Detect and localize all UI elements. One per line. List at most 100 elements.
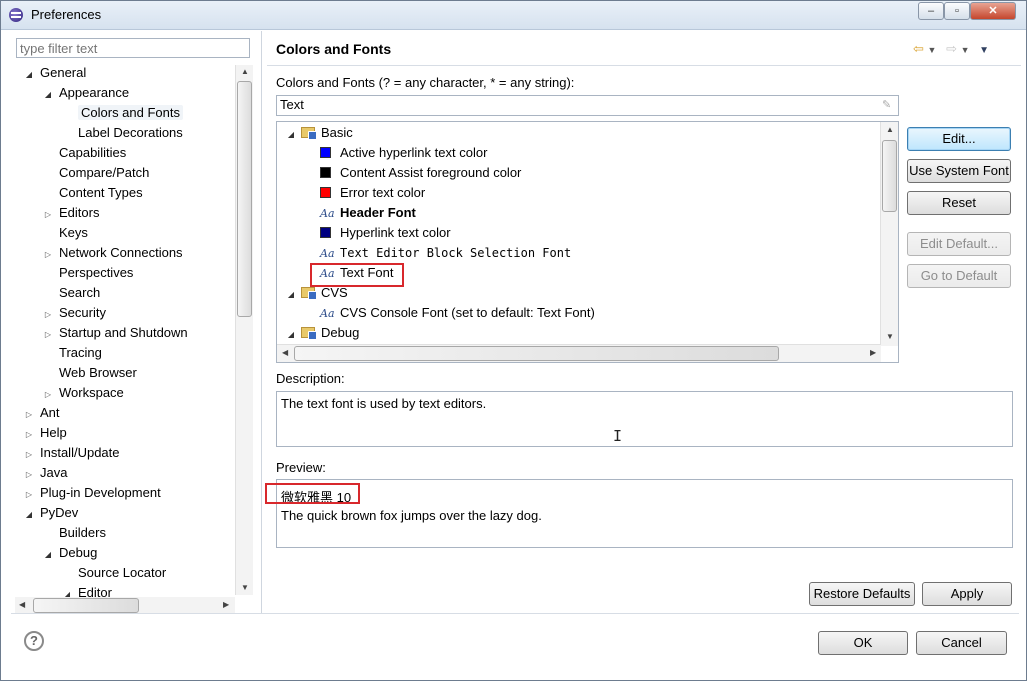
tree-item[interactable]: ▷ Editors: [42, 203, 100, 225]
tree-item[interactable]: Source Locator: [61, 563, 166, 583]
expanded-twisty-icon[interactable]: ◢: [23, 505, 35, 525]
back-arrow-icon[interactable]: ⇦: [913, 41, 924, 56]
colors-vertical-scrollbar[interactable]: ▲ ▼: [880, 122, 898, 346]
help-icon[interactable]: ?: [24, 631, 44, 651]
scrollbar-thumb[interactable]: [294, 346, 779, 361]
expanded-twisty-icon[interactable]: ◢: [285, 285, 297, 305]
scrollbar-thumb[interactable]: [882, 140, 897, 212]
tree-item[interactable]: ▷ Startup and Shutdown: [42, 323, 188, 343]
collapsed-twisty-icon[interactable]: ▷: [42, 305, 54, 325]
preview-sample-text: The quick brown fox jumps over the lazy …: [281, 508, 542, 523]
use-system-font-button[interactable]: Use System Font: [907, 159, 1011, 183]
collapsed-twisty-icon[interactable]: ▷: [23, 445, 35, 465]
tree-item[interactable]: Web Browser: [42, 363, 137, 383]
eclipse-icon: [9, 8, 23, 22]
expanded-twisty-icon[interactable]: ◢: [285, 125, 297, 145]
color-font-item[interactable]: Aa Text Editor Block Selection Font: [320, 243, 571, 263]
tree-item[interactable]: ▷ Network Connections: [42, 243, 183, 263]
scroll-right-arrow-icon[interactable]: ▶: [223, 600, 229, 609]
color-font-item-label: Text Editor Block Selection Font: [340, 246, 572, 260]
expanded-twisty-icon[interactable]: ◢: [42, 85, 54, 105]
tree-item[interactable]: ◢ General: [23, 63, 86, 83]
back-menu-icon[interactable]: ▼: [928, 45, 937, 55]
collapsed-twisty-icon[interactable]: ▷: [42, 245, 54, 265]
collapsed-twisty-icon[interactable]: ▷: [23, 485, 35, 505]
collapsed-twisty-icon[interactable]: ▷: [42, 205, 54, 225]
tree-item[interactable]: Perspectives: [42, 263, 133, 283]
filter-text-input[interactable]: [16, 38, 250, 58]
restore-defaults-button[interactable]: Restore Defaults: [809, 582, 915, 606]
tree-item[interactable]: ▷ Plug-in Development: [23, 483, 161, 503]
tree-vertical-scrollbar[interactable]: ▲ ▼: [235, 65, 253, 595]
clear-filter-icon[interactable]: ✎: [882, 98, 894, 111]
close-button[interactable]: ✕: [970, 2, 1016, 20]
tree-item[interactable]: ◢ PyDev: [23, 503, 78, 523]
tree-item[interactable]: ▷ Workspace: [42, 383, 124, 403]
tree-item[interactable]: Search: [42, 283, 100, 303]
tree-item[interactable]: Compare/Patch: [42, 163, 149, 183]
tree-item-label: Startup and Shutdown: [59, 325, 188, 340]
tree-item[interactable]: Label Decorations: [61, 123, 183, 143]
tree-item[interactable]: Content Types: [42, 183, 143, 203]
tree-horizontal-scrollbar[interactable]: ◀ ▶: [15, 597, 235, 614]
tree-item[interactable]: Colors and Fonts: [61, 103, 183, 123]
ok-button[interactable]: OK: [818, 631, 908, 655]
tree-item[interactable]: ▷ Java: [23, 463, 68, 485]
pane-divider[interactable]: [261, 31, 262, 613]
color-font-item[interactable]: Aa Header Font: [320, 203, 416, 223]
tree-item[interactable]: Keys: [42, 223, 88, 243]
scroll-left-arrow-icon[interactable]: ◀: [282, 348, 288, 357]
tree-item[interactable]: Builders: [42, 523, 106, 543]
tree-item[interactable]: ◢ Appearance: [42, 83, 129, 103]
colors-filter-input[interactable]: Text ✎: [276, 95, 899, 116]
scrollbar-thumb[interactable]: [33, 598, 139, 613]
scrollbar-thumb[interactable]: [237, 81, 252, 317]
go-to-default-button[interactable]: Go to Default: [907, 264, 1011, 288]
scroll-down-arrow-icon[interactable]: ▼: [241, 583, 249, 592]
view-menu-icon[interactable]: ▼: [979, 45, 989, 56]
expanded-twisty-icon[interactable]: ◢: [23, 65, 35, 85]
maximize-button[interactable]: ▫: [944, 2, 970, 20]
collapsed-twisty-icon[interactable]: ▷: [42, 385, 54, 405]
tree-item[interactable]: ◢ Editor: [61, 583, 112, 597]
expanded-twisty-icon[interactable]: ◢: [285, 325, 297, 345]
expanded-twisty-icon[interactable]: ◢: [61, 585, 73, 597]
color-font-item[interactable]: ◢ Debug: [285, 323, 359, 343]
tree-item[interactable]: ▷ Install/Update: [23, 443, 120, 463]
tree-item[interactable]: Capabilities: [42, 143, 126, 163]
forward-arrow-icon[interactable]: ⇨: [946, 41, 957, 56]
cancel-button[interactable]: Cancel: [916, 631, 1007, 655]
colors-horizontal-scrollbar[interactable]: ◀ ▶: [277, 344, 881, 362]
tree-item[interactable]: ▷ Security: [42, 303, 106, 323]
apply-button[interactable]: Apply: [922, 582, 1012, 606]
reset-button[interactable]: Reset: [907, 191, 1011, 215]
color-font-item[interactable]: Hyperlink text color: [320, 223, 451, 243]
category-folder-icon: [301, 287, 317, 300]
tree-item-label: Ant: [40, 405, 60, 420]
tree-item[interactable]: ◢ Debug: [42, 543, 97, 563]
scroll-left-arrow-icon[interactable]: ◀: [19, 600, 25, 609]
color-font-item[interactable]: Active hyperlink text color: [320, 143, 487, 163]
text-font-highlight: [310, 263, 404, 287]
collapsed-twisty-icon[interactable]: ▷: [42, 325, 54, 345]
tree-item[interactable]: ▷ Ant: [23, 403, 60, 423]
scroll-down-arrow-icon[interactable]: ▼: [886, 332, 894, 341]
color-font-item[interactable]: Error text color: [320, 183, 425, 203]
tree-item[interactable]: Tracing: [42, 343, 102, 363]
scroll-up-arrow-icon[interactable]: ▲: [241, 67, 249, 76]
collapsed-twisty-icon[interactable]: ▷: [23, 465, 35, 485]
edit-button[interactable]: Edit...: [907, 127, 1011, 151]
collapsed-twisty-icon[interactable]: ▷: [23, 425, 35, 445]
scroll-up-arrow-icon[interactable]: ▲: [886, 125, 894, 134]
color-font-item[interactable]: ◢ Basic: [285, 123, 353, 143]
tree-item[interactable]: ▷ Help: [23, 423, 67, 443]
forward-menu-icon[interactable]: ▼: [961, 45, 970, 55]
category-folder-icon: [301, 327, 317, 340]
minimize-button[interactable]: –: [918, 2, 944, 20]
scroll-right-arrow-icon[interactable]: ▶: [870, 348, 876, 357]
expanded-twisty-icon[interactable]: ◢: [42, 545, 54, 565]
edit-default-button[interactable]: Edit Default...: [907, 232, 1011, 256]
color-font-item[interactable]: Content Assist foreground color: [320, 163, 521, 183]
color-font-item[interactable]: Aa CVS Console Font (set to default: Text…: [320, 303, 595, 323]
collapsed-twisty-icon[interactable]: ▷: [23, 405, 35, 425]
